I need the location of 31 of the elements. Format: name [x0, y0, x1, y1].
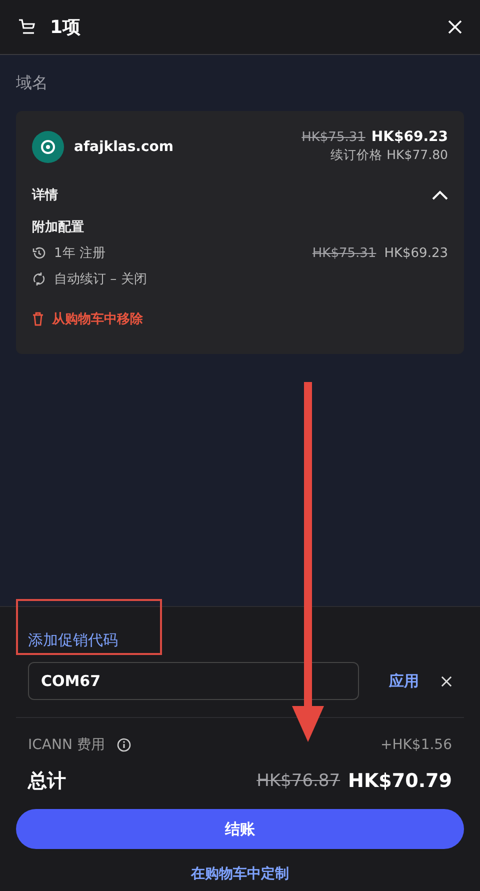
price: HK$69.23 — [371, 129, 448, 145]
header-title: 1项 — [50, 16, 82, 39]
option-label: 1年 注册 — [54, 245, 106, 262]
remove-link[interactable]: 从购物车中移除 — [52, 310, 143, 328]
config-title: 附加配置 — [32, 219, 85, 236]
info-icon[interactable] — [116, 738, 131, 752]
fee-amount: +HK$1.56 — [380, 737, 452, 753]
domain-icon — [32, 130, 64, 162]
history-icon — [32, 246, 46, 260]
customize-link[interactable]: 在购物车中定制 — [191, 865, 289, 883]
price: HK$69.23 — [384, 246, 448, 260]
refresh-icon — [32, 272, 46, 286]
renewal-price: 续订价格 HK$77.80 — [330, 147, 448, 164]
chevron-icon[interactable] — [432, 190, 448, 200]
fee-label: ICANN 费用 — [28, 736, 105, 754]
total-label: 总计 — [28, 769, 67, 794]
original-price: HK$75.31 — [312, 246, 376, 260]
domain-name: afajklas.com — [74, 138, 174, 154]
cart-icon — [18, 19, 36, 35]
section-title: 域名 — [16, 73, 49, 94]
promo-code-field[interactable]: COM67 — [28, 662, 359, 700]
apply-link[interactable]: 应用 — [389, 672, 419, 690]
checkout-button[interactable]: 结账 — [16, 809, 464, 849]
original-total: HK$76.87 — [256, 771, 340, 791]
option-label: 自动续订 – 关闭 — [54, 271, 148, 288]
close-icon[interactable] — [441, 676, 452, 686]
trash-icon — [32, 312, 44, 326]
details-label: 详情 — [32, 186, 58, 204]
total-price: HK$70.79 — [348, 770, 452, 792]
promo-code-link[interactable]: 添加促销代码 — [28, 631, 452, 650]
original-price: HK$75.31 — [302, 130, 366, 145]
